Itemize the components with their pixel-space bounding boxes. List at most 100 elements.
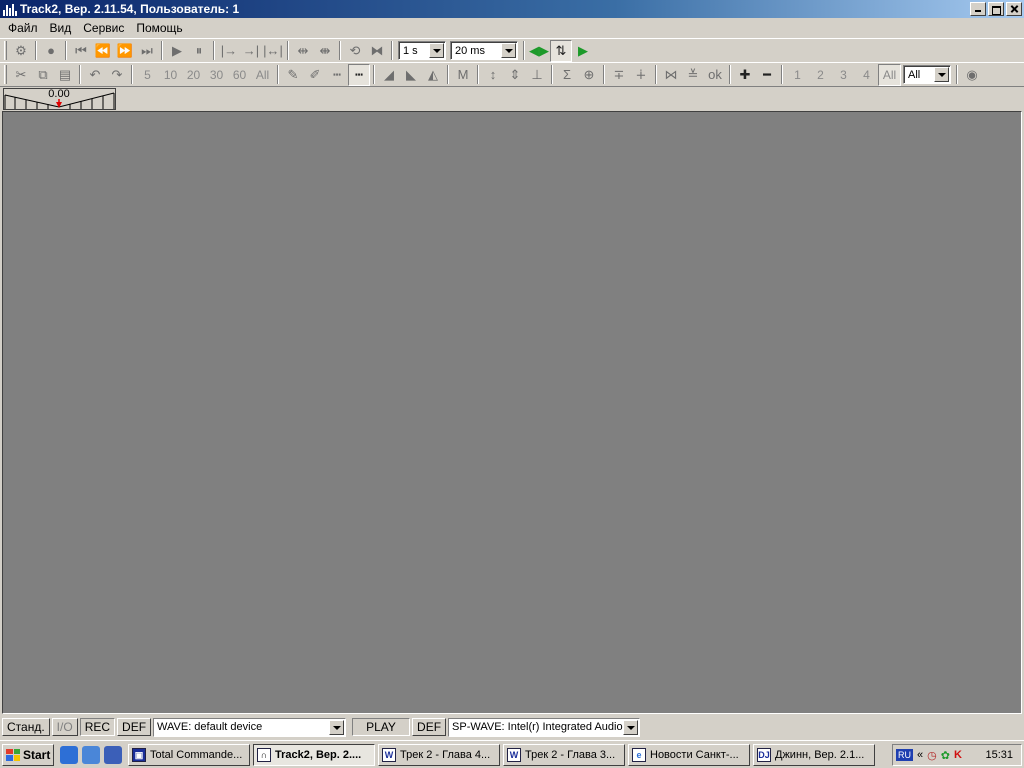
- tray-chevron-icon[interactable]: «: [917, 749, 923, 761]
- zoom-60-button[interactable]: 60: [228, 64, 251, 86]
- channel-2-button[interactable]: 2: [809, 64, 832, 86]
- split-left-icon[interactable]: ⇹: [292, 40, 314, 62]
- toolbar-grip[interactable]: [4, 41, 7, 60]
- fade-in-icon[interactable]: ◢: [378, 64, 400, 86]
- split-track-icon[interactable]: ∔: [630, 64, 652, 86]
- baseline-icon[interactable]: ⊥: [526, 64, 548, 86]
- channel-1-button[interactable]: 1: [786, 64, 809, 86]
- browser-icon[interactable]: [82, 745, 100, 764]
- loop-range-icon[interactable]: ⧓: [366, 40, 388, 62]
- start-button[interactable]: Start: [2, 743, 54, 766]
- redo-icon[interactable]: ↷: [106, 64, 128, 86]
- task-news[interactable]: e Новости Санкт-...: [628, 743, 750, 766]
- channel-all-button[interactable]: All: [878, 63, 901, 86]
- insert-icon[interactable]: ∓: [608, 64, 630, 86]
- plus-icon[interactable]: ✚: [734, 64, 756, 86]
- rec-device-combo[interactable]: WAVE: default device: [153, 717, 347, 737]
- task-track2[interactable]: ∩ Track2, Вер. 2....: [253, 743, 375, 766]
- rec-def-button[interactable]: DEF: [117, 718, 152, 736]
- balance-meter[interactable]: 0.00: [3, 88, 116, 110]
- mode-button[interactable]: Станд.: [2, 718, 50, 736]
- menu-service[interactable]: Сервис: [77, 18, 130, 38]
- minus-icon[interactable]: ━: [756, 64, 778, 86]
- task-word-ch3[interactable]: W Трек 2 - Глава 3...: [503, 743, 625, 766]
- antivirus-icon[interactable]: K: [954, 749, 962, 761]
- chevron-down-icon[interactable]: [934, 67, 949, 82]
- chevron-down-icon[interactable]: [623, 719, 639, 735]
- zoom-10-button[interactable]: 10: [159, 64, 182, 86]
- edit-toolbar: ✂ ⧉ ▤ ↶ ↷ 5 10 20 30 60 All ✎ ✐ ┅ ┅ ◢ ◣ …: [0, 62, 1024, 87]
- menu-view[interactable]: Вид: [44, 18, 78, 38]
- menu-help[interactable]: Помощь: [130, 18, 188, 38]
- task-label: Total Commande...: [150, 748, 243, 761]
- cut-icon[interactable]: ✂: [10, 64, 32, 86]
- title-bar[interactable]: Track2, Вер. 2.11.54, Пользователь: 1: [0, 0, 1024, 18]
- dotted-line-icon[interactable]: ┅: [326, 64, 348, 86]
- menu-file[interactable]: Файл: [2, 18, 44, 38]
- task-djinn[interactable]: DJ Джинн, Вер. 2.1...: [753, 743, 875, 766]
- ie-icon[interactable]: [60, 745, 78, 764]
- play-def-button[interactable]: DEF: [412, 718, 447, 736]
- go-start-button[interactable]: ⏮: [70, 40, 92, 62]
- mark-end-icon[interactable]: →|: [240, 40, 262, 62]
- play-selection-icon[interactable]: ▶: [572, 40, 594, 62]
- chevron-down-icon[interactable]: [429, 43, 444, 58]
- desktop-icon[interactable]: [104, 745, 122, 764]
- sum-icon[interactable]: Σ: [556, 64, 578, 86]
- minimize-button[interactable]: [970, 2, 986, 16]
- paste-icon[interactable]: ▤: [54, 64, 76, 86]
- envelope-icon[interactable]: ◭: [422, 64, 444, 86]
- pause-button[interactable]: ⏸: [188, 40, 210, 62]
- close-button[interactable]: [1006, 2, 1022, 16]
- brush-icon[interactable]: ✐: [304, 64, 326, 86]
- restore-button[interactable]: [988, 2, 1004, 16]
- track-workspace[interactable]: [2, 111, 1022, 714]
- task-word-ch4[interactable]: W Трек 2 - Глава 4...: [378, 743, 500, 766]
- zoom-all-button[interactable]: All: [251, 64, 274, 86]
- mute-icon[interactable]: M: [452, 64, 474, 86]
- toolbar-grip[interactable]: [4, 65, 7, 84]
- mix-icon[interactable]: ⊕: [578, 64, 600, 86]
- tray-clock-icon[interactable]: ◷: [927, 749, 937, 762]
- loop-icon[interactable]: ⟲: [344, 40, 366, 62]
- mark-range-icon[interactable]: |↔|: [262, 40, 284, 62]
- split-view-icon[interactable]: ◀▶: [528, 40, 550, 62]
- copy-icon[interactable]: ⧉: [32, 64, 54, 86]
- language-indicator[interactable]: RU: [896, 749, 913, 761]
- play-button[interactable]: ▶: [166, 40, 188, 62]
- expand-icon[interactable]: ↕: [482, 64, 504, 86]
- rewind-button[interactable]: ⏪: [92, 40, 114, 62]
- channel-filter-combo[interactable]: All: [903, 65, 951, 84]
- channel-3-button[interactable]: 3: [832, 64, 855, 86]
- chevron-down-icon[interactable]: [329, 719, 345, 735]
- fade-out-icon[interactable]: ◣: [400, 64, 422, 86]
- fit-icon[interactable]: ⇕: [504, 64, 526, 86]
- task-total-commander[interactable]: ▣ Total Commande...: [128, 743, 250, 766]
- pen-icon[interactable]: ✎: [282, 64, 304, 86]
- step-combo[interactable]: 20 ms: [450, 41, 518, 60]
- trim-icon[interactable]: ⋈: [660, 64, 682, 86]
- zoom-5-button[interactable]: 5: [136, 64, 159, 86]
- record-button[interactable]: ●: [40, 40, 62, 62]
- device-icon[interactable]: ⚙: [10, 40, 32, 62]
- transport-toolbar: ⚙ ● ⏮ ⏪ ⏩ ⏭ ▶ ⏸ |→ →| |↔| ⇹ ⇼ ⟲ ⧓ 1 s 20…: [0, 38, 1024, 63]
- sync-cursor-icon[interactable]: ⇅: [550, 39, 572, 62]
- separator: [79, 65, 81, 84]
- zoom-20-button[interactable]: 20: [182, 64, 205, 86]
- go-end-button[interactable]: ⏭: [136, 40, 158, 62]
- align-icon[interactable]: ≚: [682, 64, 704, 86]
- dense-line-icon[interactable]: ┅: [348, 63, 370, 86]
- split-right-icon[interactable]: ⇼: [314, 40, 336, 62]
- eye-icon[interactable]: ◉: [961, 64, 983, 86]
- ok-button[interactable]: ok: [704, 64, 726, 86]
- io-button[interactable]: I/O: [51, 718, 78, 736]
- duration-combo[interactable]: 1 s: [398, 41, 446, 60]
- forward-button[interactable]: ⏩: [114, 40, 136, 62]
- play-device-combo[interactable]: SP-WAVE: Intel(r) Integrated Audio: [448, 717, 641, 737]
- zoom-30-button[interactable]: 30: [205, 64, 228, 86]
- undo-icon[interactable]: ↶: [84, 64, 106, 86]
- chevron-down-icon[interactable]: [501, 43, 516, 58]
- tray-gear-icon[interactable]: ✿: [941, 749, 950, 762]
- channel-4-button[interactable]: 4: [855, 64, 878, 86]
- mark-begin-icon[interactable]: |→: [218, 40, 240, 62]
